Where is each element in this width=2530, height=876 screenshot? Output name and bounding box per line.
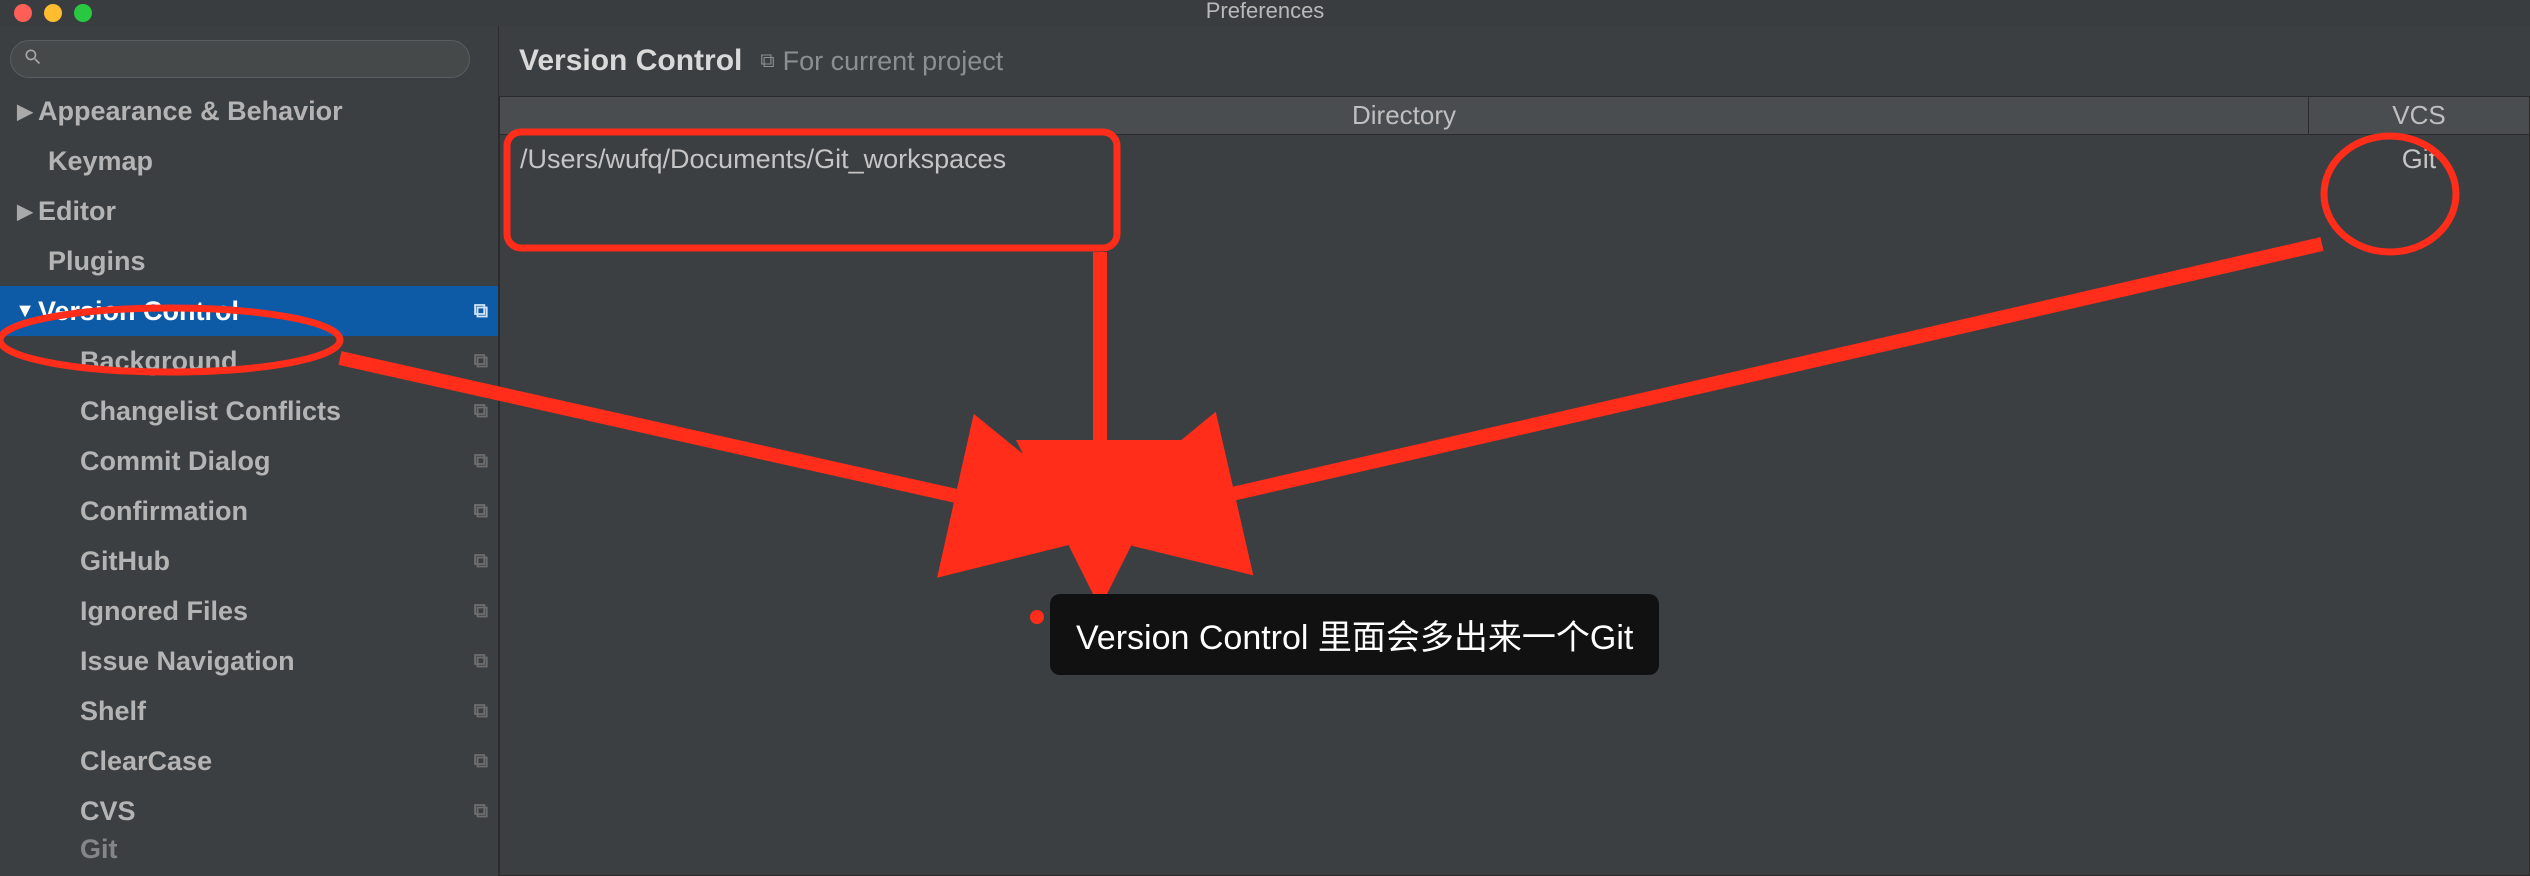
sidebar-item-confirmation[interactable]: Confirmation ⧉ — [0, 486, 498, 536]
sidebar-item-label: Background — [80, 346, 474, 377]
sidebar-item-label: Confirmation — [80, 496, 474, 527]
sidebar-item-cvs[interactable]: CVS ⧉ — [0, 786, 498, 836]
sidebar-item-plugins[interactable]: Plugins — [0, 236, 498, 286]
page-title: Version Control — [519, 44, 742, 78]
vcs-mappings-table: Directory VCS /Users/wufq/Documents/Git_… — [499, 96, 2530, 876]
scope-project-icon: ⧉ — [474, 650, 488, 673]
search-icon — [23, 47, 43, 72]
settings-tree: ▶ Appearance & Behavior Keymap ▶ Editor … — [0, 86, 498, 862]
chevron-right-icon: ▶ — [12, 99, 38, 124]
sidebar-item-label: CVS — [80, 796, 474, 827]
scope-project-icon: ⧉ — [760, 50, 774, 73]
chevron-down-icon: ▼ — [12, 300, 38, 323]
sidebar-item-label: GitHub — [80, 546, 474, 577]
sidebar-item-label: Issue Navigation — [80, 646, 474, 677]
table-header-row: Directory VCS — [500, 97, 2529, 135]
table-row[interactable]: /Users/wufq/Documents/Git_workspaces Git — [500, 135, 2529, 183]
sidebar-item-background[interactable]: Background ⧉ — [0, 336, 498, 386]
settings-page-header: Version Control ⧉ For current project — [499, 26, 2530, 96]
settings-sidebar: ▶ Appearance & Behavior Keymap ▶ Editor … — [0, 26, 498, 876]
sidebar-item-label: ClearCase — [80, 746, 474, 777]
scope-project-icon: ⧉ — [474, 400, 488, 423]
scope-project-icon: ⧉ — [474, 750, 488, 773]
sidebar-item-label: Shelf — [80, 696, 474, 727]
sidebar-item-label: Changelist Conflicts — [80, 396, 474, 427]
column-header-vcs[interactable]: VCS — [2309, 97, 2529, 134]
scope-project-icon: ⧉ — [474, 700, 488, 723]
zoom-window-icon[interactable] — [74, 4, 92, 22]
scope-label-text: For current project — [783, 46, 1004, 77]
sidebar-item-label: Commit Dialog — [80, 446, 474, 477]
table-body: /Users/wufq/Documents/Git_workspaces Git — [500, 135, 2529, 875]
sidebar-item-ignored-files[interactable]: Ignored Files ⧉ — [0, 586, 498, 636]
sidebar-item-git[interactable]: Git — [0, 836, 498, 862]
sidebar-item-clearcase[interactable]: ClearCase ⧉ — [0, 736, 498, 786]
sidebar-item-appearance-behavior[interactable]: ▶ Appearance & Behavior — [0, 86, 498, 136]
sidebar-item-label: Editor — [38, 196, 498, 227]
scope-project-icon: ⧉ — [474, 500, 488, 523]
scope-project-icon: ⧉ — [474, 450, 488, 473]
sidebar-item-label: Ignored Files — [80, 596, 474, 627]
scope-project-icon: ⧉ — [474, 300, 488, 323]
search-input[interactable] — [10, 40, 470, 78]
scope-label: ⧉ For current project — [760, 46, 1003, 77]
cell-directory: /Users/wufq/Documents/Git_workspaces — [500, 144, 2309, 175]
sidebar-item-label: Keymap — [48, 146, 498, 177]
cell-vcs: Git — [2309, 144, 2529, 175]
chevron-right-icon: ▶ — [12, 199, 38, 224]
sidebar-item-shelf[interactable]: Shelf ⧉ — [0, 686, 498, 736]
window-controls — [0, 4, 92, 22]
settings-main-pane: Version Control ⧉ For current project Di… — [499, 26, 2530, 876]
scope-project-icon: ⧉ — [474, 550, 488, 573]
sidebar-item-label: Git — [80, 834, 498, 865]
sidebar-item-commit-dialog[interactable]: Commit Dialog ⧉ — [0, 436, 498, 486]
sidebar-item-keymap[interactable]: Keymap — [0, 136, 498, 186]
close-window-icon[interactable] — [14, 4, 32, 22]
scope-project-icon: ⧉ — [474, 350, 488, 373]
sidebar-item-label: Appearance & Behavior — [38, 96, 498, 127]
minimize-window-icon[interactable] — [44, 4, 62, 22]
sidebar-item-editor[interactable]: ▶ Editor — [0, 186, 498, 236]
sidebar-item-github[interactable]: GitHub ⧉ — [0, 536, 498, 586]
sidebar-item-label: Version Control — [38, 296, 474, 327]
scope-project-icon: ⧉ — [474, 800, 488, 823]
sidebar-item-label: Plugins — [48, 246, 498, 277]
sidebar-item-version-control[interactable]: ▼ Version Control ⧉ — [0, 286, 498, 336]
sidebar-item-changelist-conflicts[interactable]: Changelist Conflicts ⧉ — [0, 386, 498, 436]
sidebar-item-issue-navigation[interactable]: Issue Navigation ⧉ — [0, 636, 498, 686]
scope-project-icon: ⧉ — [474, 600, 488, 623]
column-header-directory[interactable]: Directory — [500, 97, 2309, 134]
window-title: Preferences — [1206, 0, 1325, 24]
titlebar: Preferences — [0, 0, 2530, 26]
